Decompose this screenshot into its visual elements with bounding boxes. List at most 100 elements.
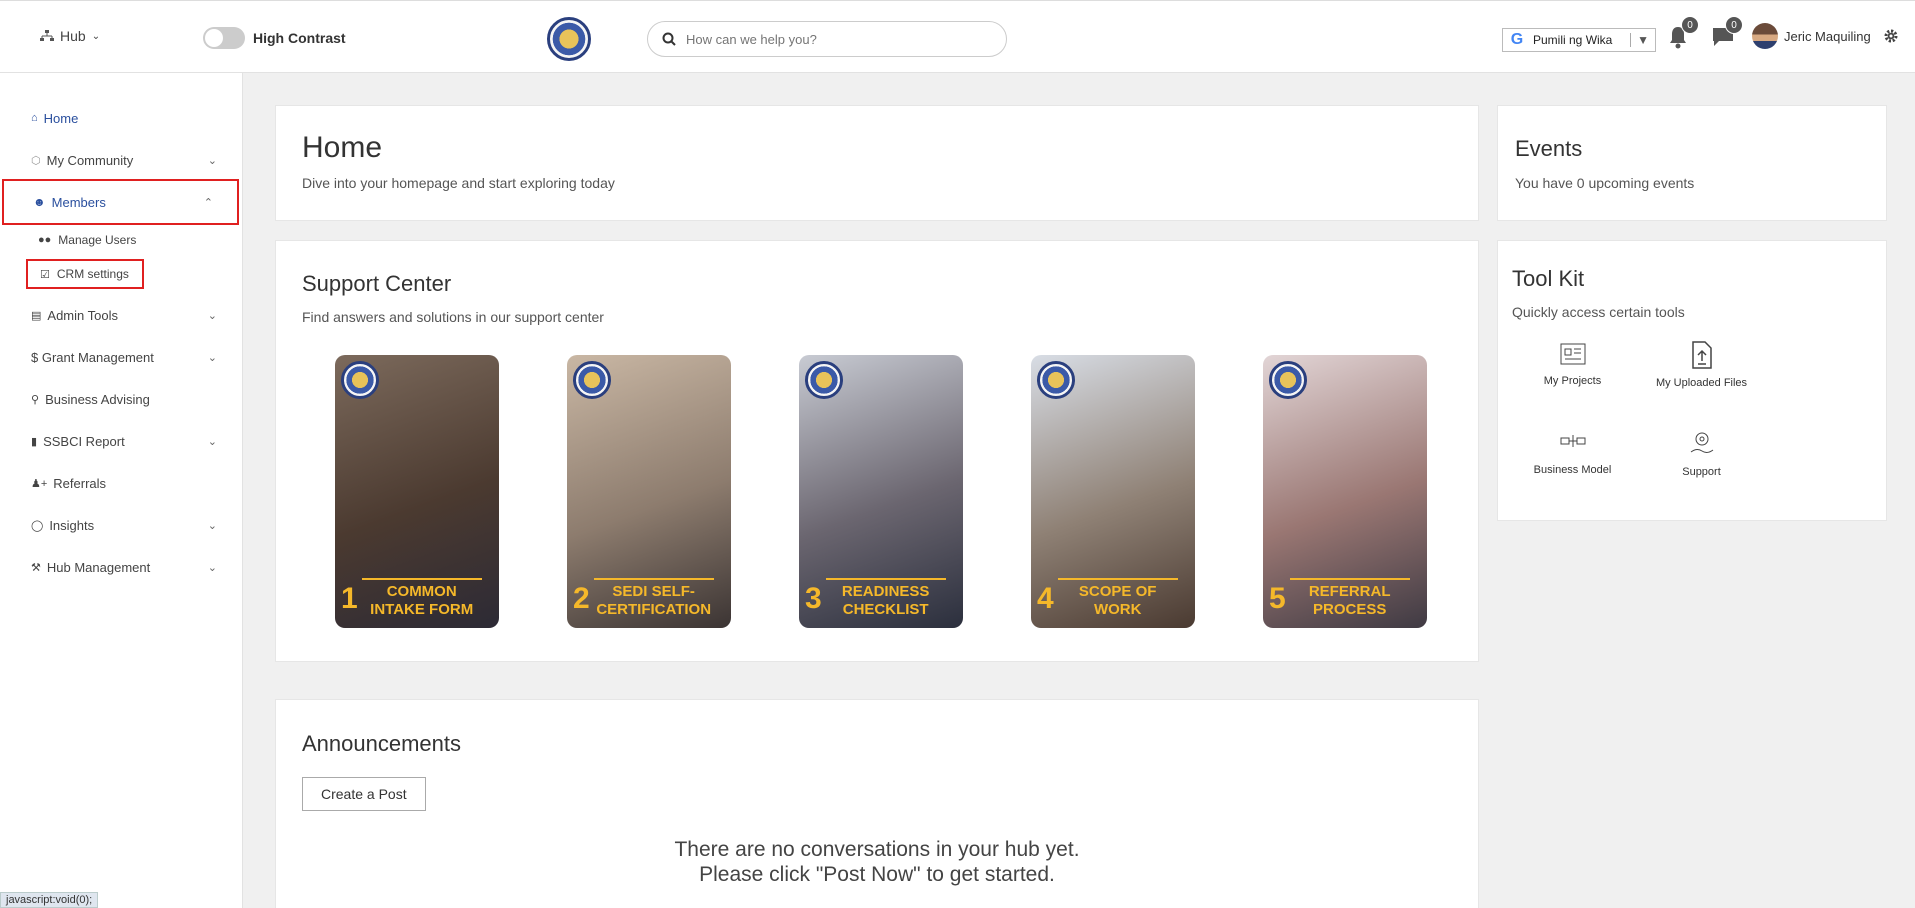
tile-number: 4	[1037, 581, 1054, 615]
support-tile-readiness-checklist[interactable]: 3 READINESS CHECKLIST	[799, 355, 963, 628]
chevron-up-icon: ⌃	[203, 196, 213, 209]
support-tile-scope-of-work[interactable]: 4 SCOPE OF WORK	[1031, 355, 1195, 628]
chevron-down-icon: ⌄	[207, 351, 217, 364]
create-post-button[interactable]: Create a Post	[302, 777, 426, 811]
tile-number: 1	[341, 581, 358, 615]
events-title: Events	[1515, 136, 1583, 161]
chevron-down-icon: ⌄	[207, 561, 217, 574]
support-center-title: Support Center	[302, 271, 452, 296]
community-icon: ⬡	[31, 154, 41, 167]
seal-logo	[1269, 361, 1307, 399]
high-contrast-toggle[interactable]: High Contrast	[203, 27, 346, 49]
sidebar: ⌂ Home ⬡ My Community ⌄ ☻ Members ⌃ ●● M…	[0, 73, 243, 908]
chevron-down-icon: ⌄	[207, 435, 217, 448]
language-selector[interactable]: G Pumili ng Wika ▼	[1502, 28, 1656, 52]
sidebar-subitem-manage-users[interactable]: ●● Manage Users	[38, 233, 136, 247]
sidebar-item-label: Hub Management	[46, 559, 151, 575]
key-icon: ⚲	[31, 393, 40, 406]
notifications-badge: 0	[1681, 16, 1699, 34]
sidebar-item-label: Members	[51, 194, 106, 210]
sidebar-item-label: Home	[43, 110, 79, 126]
tile-caption: 3 READINESS CHECKLIST	[799, 577, 963, 621]
user-name[interactable]: Jeric Maquiling	[1784, 29, 1871, 44]
user-plus-icon: ♟+	[31, 477, 48, 490]
gear-icon[interactable]	[1883, 28, 1899, 44]
announcements-title: Announcements	[302, 731, 461, 756]
messages-badge: 0	[1725, 16, 1743, 34]
sidebar-subitem-crm-settings[interactable]: ☑ CRM settings	[26, 259, 144, 289]
sidebar-item-label: Admin Tools	[47, 307, 118, 323]
sidebar-item-home[interactable]: ⌂ Home	[0, 97, 243, 139]
toolkit-card: Tool Kit Quickly access certain tools My…	[1497, 240, 1887, 521]
tile-caption: 5 REFERRAL PROCESS	[1263, 577, 1427, 621]
empty-state-message: There are no conversations in your hub y…	[276, 837, 1478, 887]
sidebar-item-grant-management[interactable]: $ Grant Management ⌄	[0, 336, 243, 378]
toolkit-title: Tool Kit	[1512, 266, 1585, 291]
tile-caption: 1 COMMON INTAKE FORM	[335, 577, 499, 621]
sidebar-item-ssbci-report[interactable]: ▮ SSBCI Report ⌄	[0, 420, 243, 462]
sidebar-item-hub-management[interactable]: ⚒ Hub Management ⌄	[0, 546, 243, 588]
events-subtitle: You have 0 upcoming events	[1515, 175, 1695, 191]
notifications-button[interactable]: 0	[1667, 16, 1699, 51]
home-icon: ⌂	[31, 112, 38, 124]
support-center-subtitle: Find answers and solutions in our suppor…	[302, 309, 604, 325]
tool-label: My Uploaded Files	[1655, 377, 1748, 389]
sidebar-item-insights[interactable]: ◯ Insights ⌄	[0, 504, 243, 546]
sidebar-item-label: $ Grant Management	[31, 349, 154, 365]
tool-label: Support	[1682, 466, 1721, 478]
file-upload-icon	[1691, 341, 1712, 369]
tool-my-projects[interactable]: My Projects	[1508, 341, 1637, 430]
toggle-switch[interactable]	[203, 27, 245, 49]
support-tiles: 1 COMMON INTAKE FORM 2 SEDI SELF-CERTIFICA…	[335, 355, 1427, 628]
tool-my-uploaded-files[interactable]: My Uploaded Files	[1637, 341, 1766, 430]
search-input[interactable]	[686, 31, 976, 47]
sidebar-item-members[interactable]: ☻ Members ⌃	[2, 179, 239, 225]
user-menu[interactable]: Jeric Maquiling	[1752, 23, 1899, 49]
tile-number: 3	[805, 581, 822, 615]
search-box[interactable]	[647, 21, 1007, 57]
sidebar-item-label: Referrals	[53, 475, 107, 491]
sidebar-item-referrals[interactable]: ♟+ Referrals	[0, 462, 243, 504]
top-bar: Hub ⌄ High Contrast G Pumili ng Wika ▼ 0…	[0, 0, 1915, 73]
hub-switcher[interactable]: Hub ⌄	[40, 28, 100, 44]
tile-number: 2	[573, 581, 590, 615]
support-tile-sedi-certification[interactable]: 2 SEDI SELF-CERTIFICATION	[567, 355, 731, 628]
checkbox-icon: ☑	[40, 268, 50, 281]
page-title: Home	[302, 131, 383, 164]
tile-text: SCOPE OF WORK	[1057, 577, 1178, 621]
sitemap-icon	[40, 30, 54, 41]
chevron-down-icon: ⌄	[91, 30, 101, 42]
toolkit-grid: My Projects My Uploaded Files Business M…	[1508, 341, 1888, 519]
sidebar-item-label: My Community	[46, 152, 134, 168]
projects-icon	[1560, 343, 1585, 365]
support-tile-referral-process[interactable]: 5 REFERRAL PROCESS	[1263, 355, 1427, 628]
empty-state-line: There are no conversations in your hub y…	[674, 838, 1080, 861]
wrench-icon: ⚒	[31, 561, 41, 574]
sidebar-item-my-community[interactable]: ⬡ My Community ⌄	[0, 139, 243, 181]
sidebar-item-label: SSBCI Report	[43, 433, 125, 449]
tool-label: Business Model	[1533, 464, 1612, 476]
sidebar-item-admin-tools[interactable]: ▤ Admin Tools ⌄	[0, 294, 243, 336]
organization-logo[interactable]	[547, 17, 591, 61]
tool-support[interactable]: Support	[1637, 430, 1766, 519]
google-icon: G	[1510, 31, 1524, 48]
support-tile-intake-form[interactable]: 1 COMMON INTAKE FORM	[335, 355, 499, 628]
sidebar-item-label: Business Advising	[45, 391, 150, 407]
toolbox-icon: ▤	[31, 309, 42, 322]
sidebar-subitem-label: CRM settings	[56, 267, 129, 281]
tile-number: 5	[1269, 581, 1286, 615]
sidebar-item-label: Insights	[49, 517, 95, 533]
users-icon: ●●	[38, 234, 52, 246]
seal-logo	[573, 361, 611, 399]
announcements-card: Announcements Create a Post There are no…	[275, 699, 1479, 908]
toolkit-subtitle: Quickly access certain tools	[1512, 304, 1685, 320]
messages-button[interactable]: 0	[1711, 16, 1743, 51]
lightbulb-icon: ◯	[31, 519, 44, 532]
sidebar-subitem-label: Manage Users	[58, 233, 137, 247]
tile-text: SEDI SELF-CERTIFICATION	[593, 577, 714, 621]
sidebar-item-business-advising[interactable]: ⚲ Business Advising	[0, 378, 243, 420]
home-subtitle: Dive into your homepage and start explor…	[302, 175, 615, 191]
avatar[interactable]	[1752, 23, 1778, 49]
tool-business-model[interactable]: Business Model	[1508, 430, 1637, 519]
support-icon	[1690, 432, 1713, 453]
